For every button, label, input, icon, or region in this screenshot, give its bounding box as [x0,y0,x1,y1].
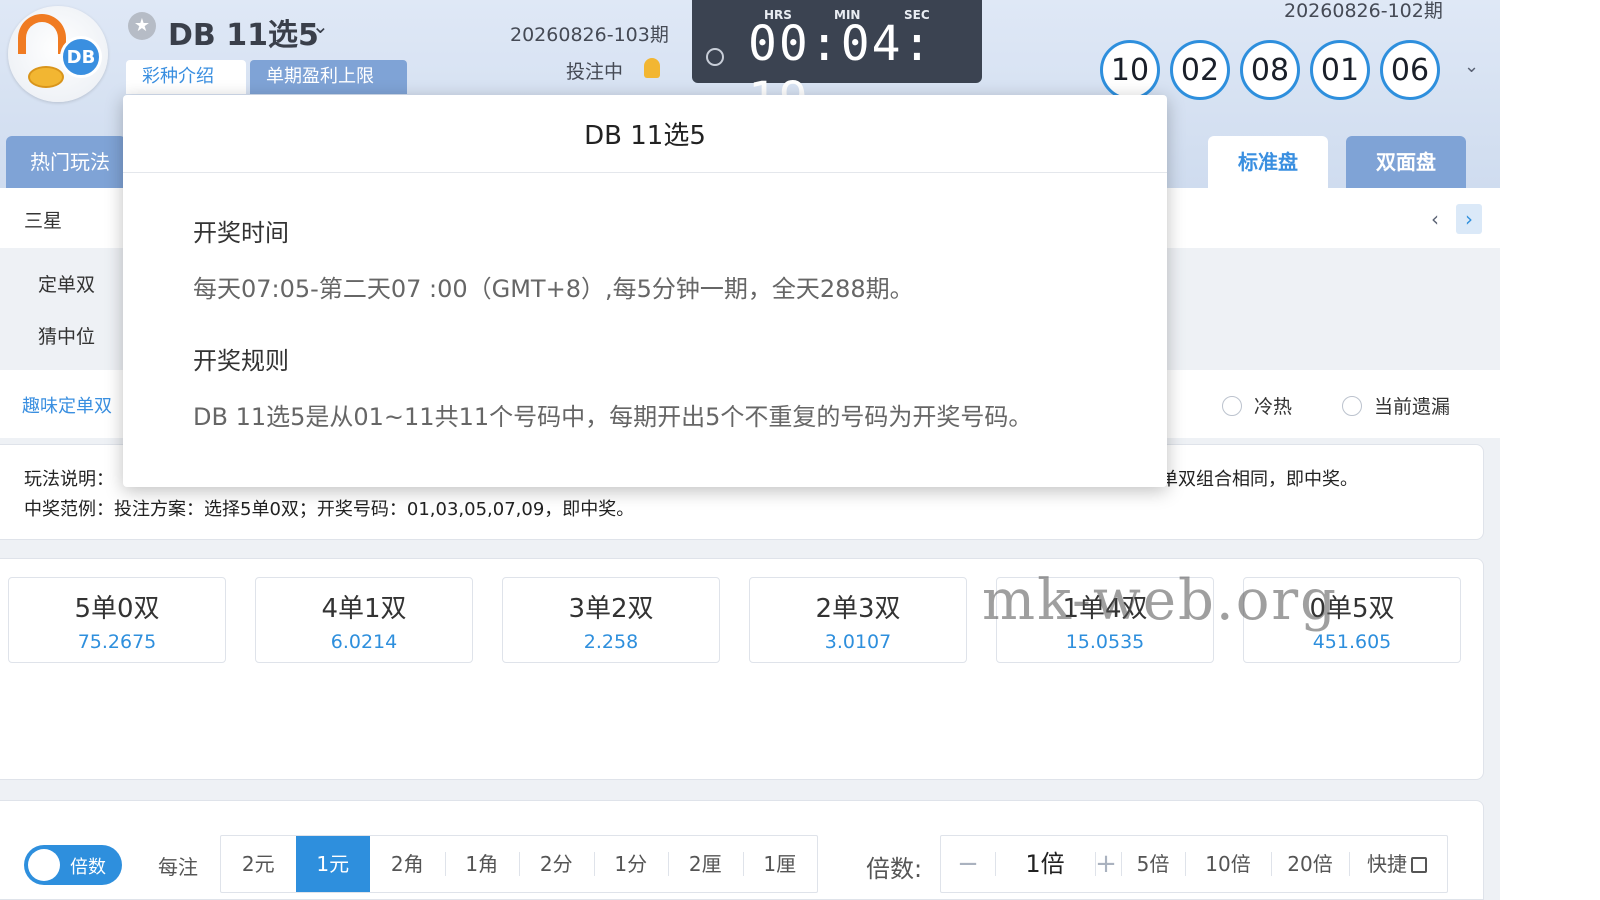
countdown-timer: HRS MIN SEC 00:04: 19 [692,0,982,128]
unit-1fen-button[interactable]: 1分 [593,836,669,892]
tab-standard[interactable]: 标准盘 [1208,136,1328,188]
logo-badge: DB [60,36,102,78]
multiplier-stepper: − 1倍 + 5倍 10倍 20倍 快捷 [940,835,1448,893]
quick-20x-button[interactable]: 20倍 [1271,836,1349,892]
unit-1li-button[interactable]: 1厘 [742,836,818,892]
bet-option[interactable]: 3单2双 2.258 [502,577,720,663]
previous-period: 20260826-102期 [1284,0,1443,22]
shortcut-label: 快捷 [1367,852,1407,876]
radio-current-miss[interactable] [1342,396,1362,416]
unit-2jiao-button[interactable]: 2角 [370,836,445,892]
bet-odds: 75.2675 [77,631,157,653]
result-ball: 01 [1310,40,1370,100]
unit-selector: 2元 1元 2角 1角 2分 1分 2厘 1厘 [220,835,818,893]
category-sanxing[interactable]: 三星 [24,206,62,233]
bet-option[interactable]: 4单1双 6.0214 [255,577,473,663]
bet-odds: 2.258 [583,631,639,653]
unit-2yuan-button[interactable]: 2元 [221,836,296,892]
result-ball: 08 [1240,40,1300,100]
description-line1-end: 单双组合相同，即中奖。 [1160,469,1358,490]
tab-double-sided[interactable]: 双面盘 [1346,136,1466,188]
radio-hot-cold-label: 冷热 [1254,396,1293,418]
bet-name: 3单2双 [568,594,654,624]
unit-1jiao-button[interactable]: 1角 [444,836,520,892]
radio-hot-cold[interactable] [1222,396,1242,416]
radio-current-miss-label: 当前遗漏 [1374,396,1451,418]
multiplier-toggle[interactable]: 倍数 [24,845,122,885]
bet-odds: 451.605 [1312,631,1392,653]
unit-1yuan-button[interactable]: 1元 [295,836,370,892]
favorite-star-icon[interactable]: ★ [128,12,156,40]
game-logo: DB [8,6,108,102]
alarm-clock-icon [706,48,724,66]
result-ball: 06 [1380,40,1440,100]
bet-name: 2单3双 [815,594,901,624]
description-label: 玩法说明： [24,469,114,490]
fun-odd-even-label[interactable]: 趣味定单双 [22,392,112,418]
bet-name: 1单4双 [1062,594,1148,624]
game-title[interactable]: DB 11选5 [168,10,319,54]
shortcut-button[interactable]: 快捷 [1349,836,1445,892]
unit-2li-button[interactable]: 2厘 [668,836,743,892]
tab-hot-plays[interactable]: 热门玩法 [6,136,126,188]
draw-rules-heading: 开奖规则 [193,347,289,375]
chevron-left-icon[interactable]: ‹ [1422,204,1448,234]
bet-odds: 15.0535 [1065,631,1145,653]
per-bet-label: 每注 [158,855,198,879]
chevron-down-icon[interactable]: ⌄ [1464,56,1479,77]
bet-options: 5单0双 75.2675 4单1双 6.0214 3单2双 2.258 2单3双… [0,558,1484,780]
unit-2fen-button[interactable]: 2分 [519,836,594,892]
current-period: 20260826-103期 [510,24,669,46]
draw-time-text: 每天07:05-第二天07 :00（GMT+8）,每5分钟一期，全天288期。 [193,275,914,303]
bet-odds: 6.0214 [330,631,398,653]
toggle-knob [28,849,60,881]
draw-time-heading: 开奖时间 [193,219,289,247]
decrease-button[interactable]: − [941,836,995,892]
edit-icon [1411,857,1427,873]
bet-name: 5单0双 [74,594,160,624]
game-intro-popup: DB 11选5 开奖时间 每天07:05-第二天07 :00（GMT+8）,每5… [123,95,1167,487]
page-margin [1500,0,1600,900]
description-example: 中奖范例：投注方案：选择5单0双；开奖号码：01,03,05,07,09，即中奖… [24,499,635,520]
bet-option[interactable]: 2单3双 3.0107 [749,577,967,663]
result-ball: 02 [1170,40,1230,100]
play-item-odd-even[interactable]: 定单双 [38,270,95,297]
multiplier-label: 倍数: [866,855,923,883]
chevron-down-icon[interactable]: ⌄ [312,14,329,38]
multiplier-value[interactable]: 1倍 [995,836,1095,892]
play-item-guess-middle[interactable]: 猜中位 [38,322,95,349]
logo-arc [18,14,66,54]
draw-rules-text: DB 11选5是从01~11共11个号码中，每期开出5个不重复的号码为开奖号码。 [193,403,1033,431]
bet-option[interactable]: 0单5双 451.605 [1243,577,1461,663]
quick-5x-button[interactable]: 5倍 [1121,836,1185,892]
chevron-right-icon[interactable]: › [1456,204,1482,234]
lottery-app: DB ★ DB 11选5 ⌄ 彩种介绍 单期盈利上限 20260826-103期… [0,0,1500,900]
logo-coin [28,66,64,88]
popup-title: DB 11选5 [123,95,1167,173]
tab-game-intro[interactable]: 彩种介绍 [126,60,246,94]
tab-profit-limit[interactable]: 单期盈利上限 [250,60,407,94]
betting-status: 投注中 [566,61,624,83]
bet-option[interactable]: 5单0双 75.2675 [8,577,226,663]
bell-icon [644,58,660,78]
increase-button[interactable]: + [1095,836,1117,892]
bet-settings-bar: 倍数 每注 2元 1元 2角 1角 2分 1分 2厘 1厘 倍数: − 1倍 +… [0,800,1484,900]
bet-option[interactable]: 1单4双 15.0535 [996,577,1214,663]
result-ball: 10 [1100,40,1160,100]
bet-name: 0单5双 [1309,594,1395,624]
quick-10x-button[interactable]: 10倍 [1185,836,1271,892]
bet-name: 4单1双 [321,594,407,624]
toggle-label: 倍数 [70,857,106,878]
bet-odds: 3.0107 [824,631,892,653]
